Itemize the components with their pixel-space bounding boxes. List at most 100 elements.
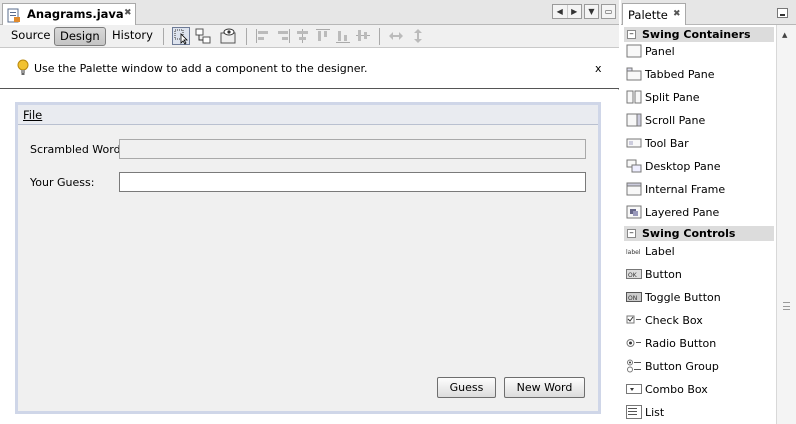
internal-frame-icon: [626, 182, 642, 196]
scroll-left-icon[interactable]: ◀: [553, 5, 568, 18]
palette-item-split-pane[interactable]: Split Pane: [626, 88, 774, 108]
lightbulb-icon: [17, 59, 29, 75]
scrambled-word-field[interactable]: [119, 139, 586, 159]
svg-text:label: label: [626, 249, 641, 256]
vertical-resize-icon: [414, 29, 422, 43]
scrambled-word-label: Scrambled Word:: [30, 143, 125, 156]
palette-item-layered-pane[interactable]: Layered Pane: [626, 203, 774, 223]
scroll-up-icon[interactable]: ▲: [782, 31, 787, 39]
align-bottom-icon: [336, 31, 350, 43]
palette-item-button[interactable]: OK Button: [626, 265, 774, 285]
your-guess-label: Your Guess:: [30, 176, 95, 189]
palette-item-label: Tool Bar: [645, 137, 689, 150]
close-tab-icon[interactable]: ✖: [124, 8, 132, 18]
palette-item-label: Internal Frame: [645, 183, 726, 196]
minimize-palette-icon[interactable]: [777, 8, 788, 18]
palette-item-label: List: [645, 406, 665, 419]
list-icon: [626, 405, 642, 419]
category-label: Swing Controls: [642, 227, 736, 240]
align-right-icon: [278, 29, 290, 43]
center-horizontally-icon: [297, 29, 308, 43]
palette-list: – Swing Containers Panel Tabbed Pane Spl…: [621, 25, 776, 424]
hint-message: Use the Palette window to add a componen…: [34, 62, 368, 75]
source-view-button[interactable]: Source: [6, 27, 56, 46]
connection-mode-icon[interactable]: [194, 27, 212, 45]
palette-title: Palette: [628, 8, 668, 22]
jframe-form[interactable]: File Scrambled Word: Your Guess: Guess N…: [15, 102, 601, 414]
palette-item-label: Layered Pane: [645, 206, 720, 219]
palette-item-list[interactable]: List: [626, 403, 774, 423]
category-swing-containers[interactable]: – Swing Containers: [624, 27, 774, 42]
scroll-tabs-buttons[interactable]: ◀ ▶: [552, 4, 582, 19]
svg-text:ON: ON: [628, 295, 637, 302]
panel-icon: [626, 44, 642, 58]
palette-item-label: Toggle Button: [645, 291, 721, 304]
palette-item-label: Split Pane: [645, 91, 700, 104]
design-view-button[interactable]: Design: [54, 27, 106, 46]
java-file-icon: [7, 8, 20, 23]
scroll-pane-icon: [626, 113, 642, 127]
button-icon: OK: [626, 269, 642, 279]
horizontal-resize-icon: [389, 32, 403, 40]
tool-bar-icon: [626, 138, 642, 148]
guess-button[interactable]: Guess: [437, 377, 496, 398]
scroll-thumb-grip[interactable]: [783, 302, 790, 310]
maximize-window-icon[interactable]: ▭: [601, 4, 616, 19]
document-tab-title: Anagrams.java: [27, 7, 124, 21]
center-vertically-icon: [356, 30, 370, 41]
palette-item-label: Panel: [645, 45, 675, 58]
align-top-icon: [316, 29, 330, 41]
scroll-right-icon[interactable]: ▶: [568, 5, 582, 18]
palette-item-tool-bar[interactable]: Tool Bar: [626, 134, 774, 154]
toolbar-separator: [163, 28, 164, 45]
check-box-icon: [626, 315, 641, 324]
palette-scrollbar[interactable]: ▲: [776, 25, 796, 424]
palette-item-panel[interactable]: Panel: [626, 42, 774, 62]
palette-item-tabbed-pane[interactable]: Tabbed Pane: [626, 65, 774, 85]
split-pane-icon: [626, 90, 642, 104]
editor-tabstrip: Anagrams.java ✖ ◀ ▶ ▼ ▭: [0, 0, 619, 25]
svg-text:OK: OK: [628, 272, 638, 279]
palette-item-check-box[interactable]: Check Box: [626, 311, 774, 331]
tabbed-pane-icon: [626, 67, 642, 81]
toggle-button-icon: ON: [626, 292, 642, 302]
design-toolbar: Source Design History: [0, 25, 619, 48]
new-word-button[interactable]: New Word: [504, 377, 585, 398]
palette-item-label: Combo Box: [645, 383, 708, 396]
combo-box-icon: [626, 384, 642, 394]
palette-item-internal-frame[interactable]: Internal Frame: [626, 180, 774, 200]
palette-tabstrip: Palette ✖: [621, 0, 796, 25]
palette-window: Palette ✖ – Swing Containers Panel Tabbe…: [621, 0, 796, 424]
selection-mode-icon[interactable]: [172, 27, 190, 45]
palette-item-combo-box[interactable]: Combo Box: [626, 380, 774, 400]
collapse-icon[interactable]: –: [627, 30, 636, 39]
collapse-icon[interactable]: –: [627, 229, 636, 238]
close-palette-icon[interactable]: ✖: [673, 9, 681, 19]
palette-item-scroll-pane[interactable]: Scroll Pane: [626, 111, 774, 131]
preview-design-icon[interactable]: [219, 27, 237, 45]
palette-item-label: Check Box: [645, 314, 703, 327]
file-menu[interactable]: File: [23, 108, 42, 122]
palette-item-label: Desktop Pane: [645, 160, 721, 173]
palette-item-label: Radio Button: [645, 337, 717, 350]
palette-item-desktop-pane[interactable]: Desktop Pane: [626, 157, 774, 177]
palette-item-label: Label: [645, 245, 675, 258]
palette-item-label-component[interactable]: label Label: [626, 242, 774, 262]
align-left-icon: [256, 29, 268, 43]
category-swing-controls[interactable]: – Swing Controls: [624, 226, 774, 241]
hint-bar: Use the Palette window to add a componen…: [0, 48, 619, 89]
palette-item-toggle-button[interactable]: ON Toggle Button: [626, 288, 774, 308]
palette-tab[interactable]: Palette ✖: [622, 3, 686, 25]
editor-window: Anagrams.java ✖ ◀ ▶ ▼ ▭ Source Design His…: [0, 0, 619, 424]
history-view-button[interactable]: History: [107, 27, 158, 46]
desktop-pane-icon: [626, 159, 642, 173]
show-documents-icon[interactable]: ▼: [584, 4, 599, 19]
palette-item-radio-button[interactable]: Radio Button: [626, 334, 774, 354]
palette-item-button-group[interactable]: Button Group: [626, 357, 774, 377]
toolbar-separator: [379, 28, 380, 45]
hint-close-button[interactable]: x: [595, 62, 602, 75]
document-tab[interactable]: Anagrams.java ✖: [2, 3, 136, 25]
palette-item-label: Tabbed Pane: [645, 68, 715, 81]
your-guess-field[interactable]: [119, 172, 586, 192]
palette-item-label: Button Group: [645, 360, 719, 373]
